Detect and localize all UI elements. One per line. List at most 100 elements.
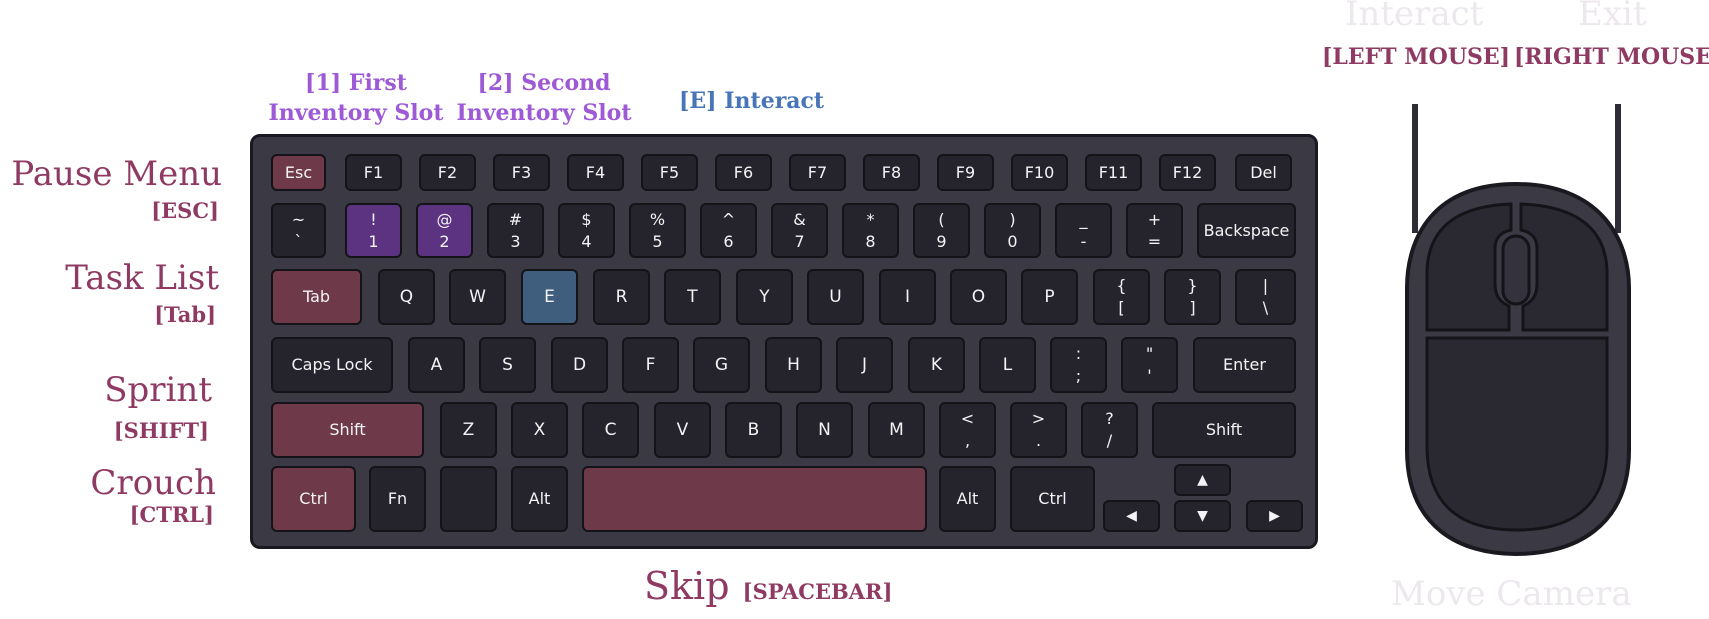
key-slash[interactable]: ? / [1081, 402, 1138, 458]
first-slot-label: [1] First Inventory Slot [268, 68, 444, 128]
key-4[interactable]: $4 [558, 203, 615, 258]
key-f8[interactable]: F8 [863, 154, 920, 191]
key-left-alt[interactable]: Alt [511, 466, 568, 532]
mouse-left-interact-label: Interact [1345, 0, 1484, 34]
key-7[interactable]: & 7 [771, 203, 828, 258]
key-r[interactable]: R [593, 269, 650, 325]
key-f[interactable]: F [622, 337, 679, 393]
key-f12[interactable]: F12 [1159, 154, 1216, 191]
key-e[interactable]: E [521, 269, 578, 325]
key-1[interactable]: ! 1 [345, 203, 402, 258]
mouse-right-exit-label: Exit [1578, 0, 1647, 34]
key-f3[interactable]: F3 [493, 154, 550, 191]
key-s[interactable]: S [479, 337, 536, 393]
key-6[interactable]: ^ 6 [700, 203, 757, 258]
key-7-top: & [793, 209, 806, 229]
key-left-ctrl[interactable]: Ctrl [271, 466, 356, 532]
key-right-bracket[interactable]: }] [1164, 269, 1221, 325]
key-fn[interactable]: Fn [369, 466, 426, 532]
key-arrow-down[interactable]: ▼ [1174, 500, 1231, 532]
key-backtick-bottom: ` [294, 231, 303, 251]
mouse-palm-area[interactable] [1425, 336, 1609, 532]
key-v[interactable]: V [654, 402, 711, 458]
key-backspace[interactable]: Backspace [1197, 203, 1296, 258]
key-3-bottom: 3 [510, 231, 521, 251]
key-d[interactable]: D [551, 337, 608, 393]
key-left-bracket[interactable]: {[ [1093, 269, 1150, 325]
key-period[interactable]: >. [1010, 402, 1067, 458]
key-quote[interactable]: " ' [1121, 337, 1178, 393]
key-f11[interactable]: F11 [1085, 154, 1142, 191]
key-c[interactable]: C [582, 402, 639, 458]
sprint-key-label: [SHIFT] [113, 418, 209, 443]
key-arrow-right[interactable]: ▶ [1246, 500, 1303, 532]
key-u[interactable]: U [807, 269, 864, 325]
key-8[interactable]: * 8 [842, 203, 899, 258]
key-spacebar[interactable] [582, 466, 927, 532]
key-g[interactable]: G [693, 337, 750, 393]
key-m[interactable]: M [868, 402, 925, 458]
key-f2[interactable]: F2 [419, 154, 476, 191]
key-a[interactable]: A [408, 337, 465, 393]
key-f7[interactable]: F7 [789, 154, 846, 191]
key-backslash[interactable]: | \ [1235, 269, 1296, 325]
key-minus[interactable]: _ - [1055, 203, 1112, 258]
key-5[interactable]: % 5 [629, 203, 686, 258]
key-f5[interactable]: F5 [641, 154, 698, 191]
key-equals[interactable]: + = [1126, 203, 1183, 258]
key-f1[interactable]: F1 [345, 154, 402, 191]
key-caps-lock[interactable]: Caps Lock [271, 337, 393, 393]
key-arrow-up[interactable]: ▲ [1174, 464, 1231, 496]
key-5-top: % [649, 209, 666, 229]
key-right-shift[interactable]: Shift [1152, 402, 1296, 458]
key-5-bottom: 5 [652, 231, 663, 251]
key-h[interactable]: H [765, 337, 822, 393]
key-tab[interactable]: Tab [271, 269, 362, 325]
key-3[interactable]: #3 [487, 203, 544, 258]
key-n[interactable]: N [796, 402, 853, 458]
key-t[interactable]: T [664, 269, 721, 325]
crouch-label: Crouch [90, 463, 216, 503]
key-right-bracket-bottom: ] [1189, 298, 1196, 317]
key-f9[interactable]: F9 [937, 154, 994, 191]
key-k[interactable]: K [908, 337, 965, 393]
key-9-top: ( [938, 209, 945, 229]
key-z[interactable]: Z [440, 402, 497, 458]
key-right-alt[interactable]: Alt [939, 466, 996, 532]
key-backtick[interactable]: ~ ` [271, 203, 326, 258]
key-x[interactable]: X [511, 402, 568, 458]
keyboard: Esc F1 F2 F3 F4 F5 F6 F7 F8 F9 F10 F11 F… [250, 134, 1318, 549]
key-j[interactable]: J [836, 337, 893, 393]
key-left-shift[interactable]: Shift [271, 402, 424, 458]
mouse-icon [1405, 104, 1631, 557]
key-blank[interactable] [440, 466, 497, 532]
key-arrow-left[interactable]: ◀ [1103, 500, 1160, 532]
key-2-bottom: 2 [439, 231, 450, 251]
key-6-bottom: 6 [723, 231, 734, 251]
key-p[interactable]: P [1021, 269, 1078, 325]
key-f6[interactable]: F6 [715, 154, 772, 191]
key-semicolon[interactable]: :; [1050, 337, 1107, 393]
key-o[interactable]: O [950, 269, 1007, 325]
second-slot-label: [2] Second Inventory Slot [454, 68, 634, 128]
key-b[interactable]: B [725, 402, 782, 458]
interact-e-label: [E] Interact [679, 88, 825, 114]
mouse-scroll-wheel[interactable] [1501, 234, 1531, 306]
key-2[interactable]: @2 [416, 203, 473, 258]
key-i[interactable]: I [879, 269, 936, 325]
key-q[interactable]: Q [378, 269, 435, 325]
key-l[interactable]: L [979, 337, 1036, 393]
key-y[interactable]: Y [736, 269, 793, 325]
key-w[interactable]: W [449, 269, 506, 325]
key-esc[interactable]: Esc [271, 154, 326, 191]
key-f10[interactable]: F10 [1011, 154, 1068, 191]
key-0[interactable]: ) 0 [984, 203, 1041, 258]
move-camera-label: Move Camera [1391, 574, 1632, 614]
key-f4[interactable]: F4 [567, 154, 624, 191]
sprint-label: Sprint [104, 370, 212, 410]
key-right-ctrl[interactable]: Ctrl [1010, 466, 1095, 532]
key-enter[interactable]: Enter [1193, 337, 1296, 393]
key-9[interactable]: (9 [913, 203, 970, 258]
key-del[interactable]: Del [1235, 154, 1292, 191]
key-comma[interactable]: <, [939, 402, 996, 458]
